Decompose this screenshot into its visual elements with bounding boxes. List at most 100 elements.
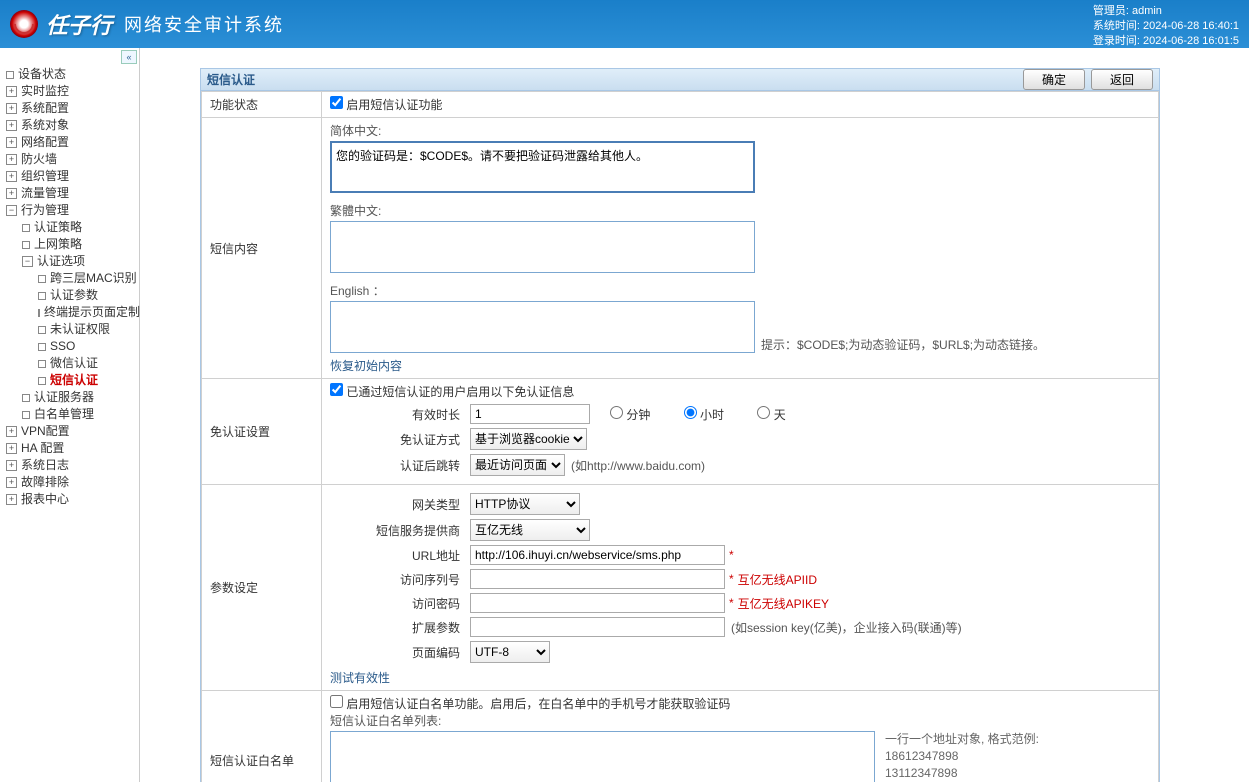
nav-item[interactable]: 跨三层MAC识别 (38, 270, 139, 287)
nav-link[interactable]: 行为管理 (21, 202, 69, 219)
nav-link[interactable]: 上网策略 (34, 236, 82, 253)
nav-item[interactable]: +流量管理 (6, 185, 139, 202)
nav-link[interactable]: 系统日志 (21, 457, 69, 474)
nav-item[interactable]: −认证选项 (22, 253, 139, 270)
nav-item[interactable]: +系统对象 (6, 117, 139, 134)
nav-item[interactable]: +报表中心 (6, 491, 139, 508)
nav-item[interactable]: + 故障排除 (6, 474, 139, 491)
sms-template-sc[interactable] (330, 141, 755, 193)
ext-param-hint: (如session key(亿美)，企业接入码(联通)等) (731, 619, 962, 636)
valid-duration-input[interactable] (470, 404, 590, 424)
admin-label: 管理员: (1093, 5, 1129, 17)
nav-item[interactable]: + 网络配置 (6, 134, 139, 151)
plus-icon: + (6, 477, 17, 488)
nav-link[interactable]: 白名单管理 (34, 406, 94, 423)
nav-item[interactable]: 未认证权限 (38, 321, 139, 338)
nav-link[interactable]: 系统对象 (21, 117, 69, 134)
plus-icon: + (6, 137, 17, 148)
nav-link[interactable]: 跨三层MAC识别 (50, 270, 137, 287)
nav-link[interactable]: 实时监控 (21, 83, 69, 100)
exempt-enable-checkbox[interactable] (330, 383, 343, 396)
nav-item[interactable]: SSO (38, 338, 139, 355)
enable-sms-checkbox[interactable] (330, 96, 343, 109)
nav-link[interactable]: 报表中心 (21, 491, 69, 508)
nav-item[interactable]: 白名单管理 (22, 406, 139, 423)
encoding-select[interactable]: UTF-8 (470, 641, 550, 663)
nav-link[interactable]: VPN配置 (21, 423, 70, 440)
nav-item[interactable]: +系统配置 (6, 100, 139, 117)
nav-link[interactable]: 流量管理 (21, 185, 69, 202)
nav-item[interactable]: 终端提示页面定制 (38, 304, 139, 321)
brand-name: 任子行 (46, 8, 112, 40)
nav-item[interactable]: 认证参数 (38, 287, 139, 304)
nav-link[interactable]: HA 配置 (21, 440, 64, 457)
nav-item[interactable]: +防火墙 (6, 151, 139, 168)
nav-item[interactable]: +实时监控 (6, 83, 139, 100)
nav-link[interactable]: 未认证权限 (50, 321, 110, 338)
redirect-label: 认证后跳转 (330, 457, 470, 474)
nav-item[interactable]: 上网策略 (22, 236, 139, 253)
nav-item[interactable]: 设备状态 (6, 66, 139, 83)
nav-item[interactable]: +HA 配置 (6, 440, 139, 457)
nav-item[interactable]: +系统日志 (6, 457, 139, 474)
sequence-input[interactable] (470, 569, 725, 589)
whitelist-label: 短信认证白名单 (202, 691, 322, 782)
whitelist-hint: 一行一个地址对象, 格式范例: 18612347898 13112347898 (885, 731, 1039, 782)
nav-link[interactable]: 设备状态 (18, 66, 66, 83)
admin-name: admin (1132, 5, 1162, 17)
nav-link[interactable]: 认证服务器 (34, 389, 94, 406)
nav-item[interactable]: 认证服务器 (22, 389, 139, 406)
ext-param-input[interactable] (470, 617, 725, 637)
url-input[interactable] (470, 545, 725, 565)
sms-template-tc[interactable] (330, 221, 755, 273)
nav-link[interactable]: 网络配置 (21, 134, 69, 151)
password-input[interactable] (470, 593, 725, 613)
square-icon (38, 292, 46, 300)
enable-sms-checkbox-label[interactable]: 启用短信认证功能 (330, 98, 442, 112)
nav-link[interactable]: 短信认证 (50, 372, 98, 389)
nav-link[interactable]: 防火墙 (21, 151, 57, 168)
nav-item[interactable]: 认证策略 (22, 219, 139, 236)
sidebar-collapse-button[interactable]: « (121, 50, 137, 64)
whitelist-enable-checkbox-label[interactable]: 启用短信认证白名单功能。启用后，在白名单中的手机号才能获取验证码 (330, 697, 730, 711)
unit-hour-radio[interactable]: 小时 (684, 408, 724, 422)
square-icon (38, 343, 46, 351)
minus-icon: − (22, 256, 33, 267)
nav-link[interactable]: 终端提示页面定制 (44, 304, 140, 321)
nav-link[interactable]: 认证参数 (50, 287, 98, 304)
password-label: 访问密码 (330, 595, 470, 612)
back-button[interactable]: 返回 (1091, 69, 1153, 90)
whitelist-enable-checkbox[interactable] (330, 695, 343, 708)
nav-link[interactable]: 认证策略 (34, 219, 82, 236)
nav-item[interactable]: −行为管理 (6, 202, 139, 219)
nav-link[interactable]: SSO (50, 338, 75, 355)
provider-select[interactable]: 互亿无线 (470, 519, 590, 541)
nav-item[interactable]: 短信认证 (38, 372, 139, 389)
nav-item[interactable]: +组织管理 (6, 168, 139, 185)
square-icon (22, 394, 30, 402)
nav-link[interactable]: 故障排除 (21, 474, 69, 491)
nav-item[interactable]: 微信认证 (38, 355, 139, 372)
param-label: 参数设定 (202, 485, 322, 691)
nav-link[interactable]: 认证选项 (37, 253, 85, 270)
unit-minute-radio[interactable]: 分钟 (610, 408, 650, 422)
redirect-select[interactable]: 最近访问页面 (470, 454, 565, 476)
ok-button[interactable]: 确定 (1023, 69, 1085, 90)
nav-link[interactable]: 微信认证 (50, 355, 98, 372)
gateway-type-select[interactable]: HTTP协议 (470, 493, 580, 515)
nav-link[interactable]: 系统配置 (21, 100, 69, 117)
whitelist-textarea[interactable] (330, 731, 875, 782)
sms-template-en[interactable] (330, 301, 755, 353)
square-icon (6, 71, 14, 79)
sms-auth-panel: 短信认证 确定 返回 功能状态 启用短信认证功能 (200, 68, 1160, 782)
url-label: URL地址 (330, 547, 470, 564)
exempt-enable-checkbox-label[interactable]: 已通过短信认证的用户启用以下免认证信息 (330, 385, 574, 399)
lang-sc-label: 简体中文: (330, 122, 1150, 139)
nav-item[interactable]: +VPN配置 (6, 423, 139, 440)
unit-day-radio[interactable]: 天 (757, 408, 785, 422)
restore-default-link[interactable]: 恢复初始内容 (330, 359, 402, 373)
nav-link[interactable]: 组织管理 (21, 168, 69, 185)
systime-label: 系统时间: (1093, 20, 1140, 32)
test-validity-link[interactable]: 测试有效性 (330, 671, 390, 685)
exempt-method-select[interactable]: 基于浏览器cookie (470, 428, 587, 450)
